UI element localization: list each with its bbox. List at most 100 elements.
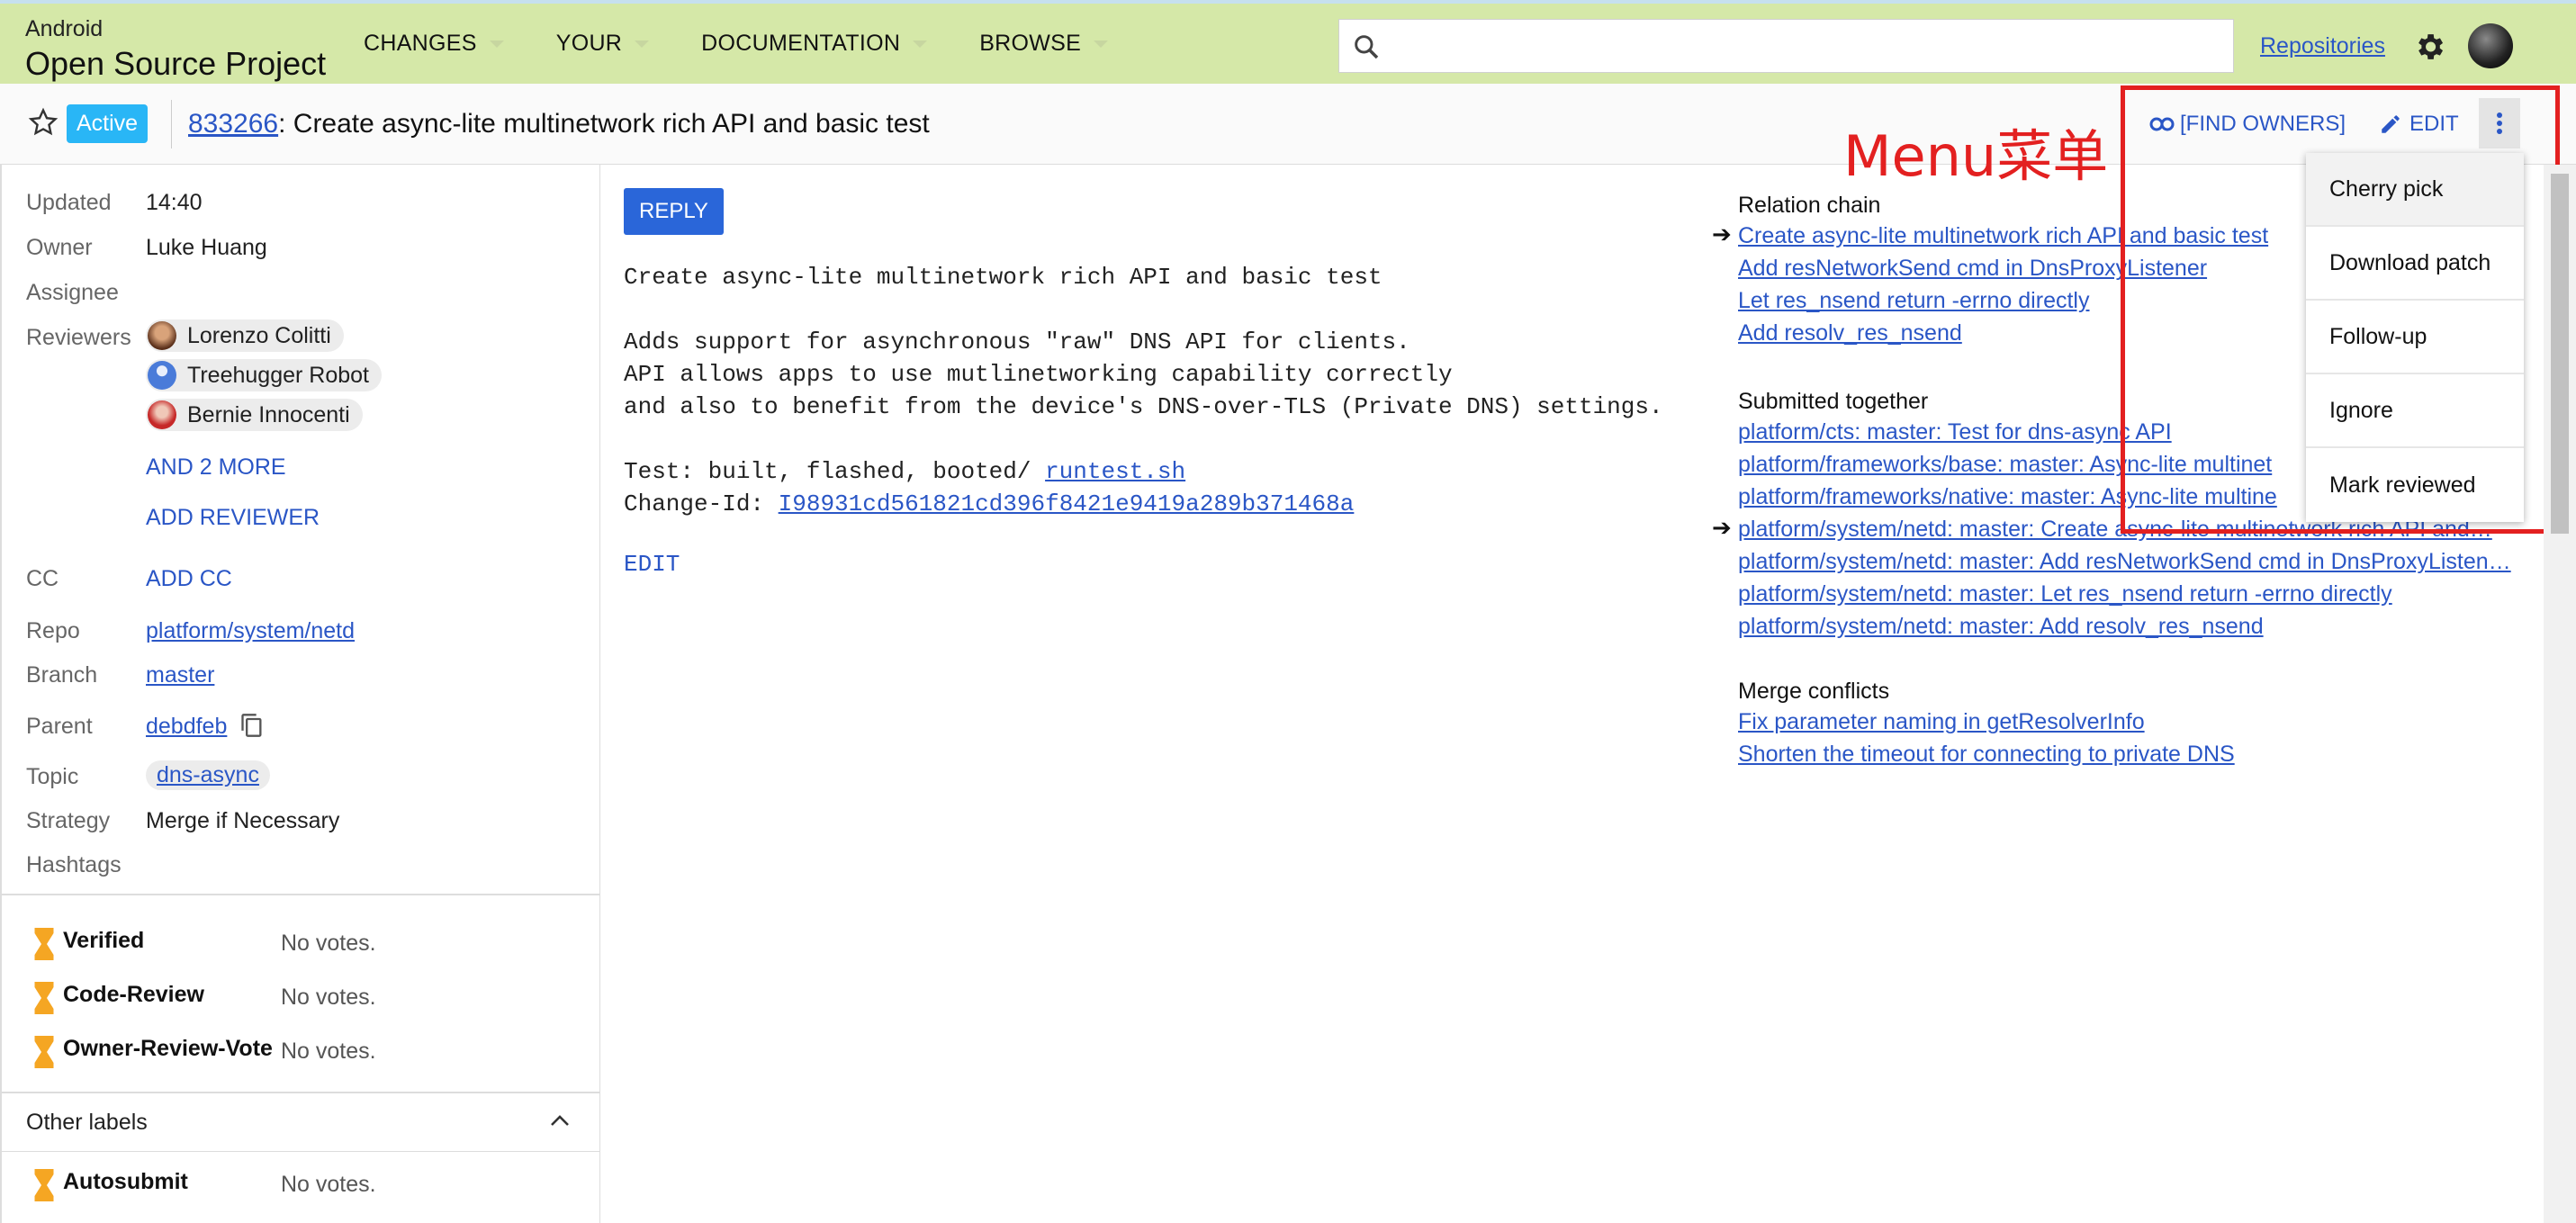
strategy-value: Merge if Necessary bbox=[146, 808, 340, 833]
scrollbar-thumb[interactable] bbox=[2551, 174, 2569, 534]
label-votes: No votes. bbox=[281, 985, 376, 1010]
nav-your[interactable]: YOUR bbox=[556, 31, 650, 57]
other-labels-toggle[interactable]: Other labels bbox=[2, 1093, 600, 1151]
relation-chain-title: Relation chain bbox=[1738, 193, 1881, 218]
related-change-link[interactable]: Add resNetworkSend cmd in DnsProxyListen… bbox=[1738, 252, 2268, 284]
hashtags-label: Hashtags bbox=[26, 852, 122, 877]
pencil-icon bbox=[2382, 115, 2400, 133]
label-verified: Verified bbox=[63, 928, 145, 953]
star-icon[interactable] bbox=[27, 106, 59, 139]
conflict-change-link[interactable]: Fix parameter naming in getResolverInfo bbox=[1738, 706, 2235, 738]
submitted-change-link[interactable]: platform/system/netd: master: Let res_ns… bbox=[1738, 578, 2511, 610]
change-number-link[interactable]: 833266 bbox=[188, 109, 278, 139]
top-header: Android Open Source Project CHANGES YOUR… bbox=[0, 0, 2576, 84]
label-votes: No votes. bbox=[281, 931, 376, 956]
reviewer-chip[interactable]: Treehugger Robot bbox=[146, 359, 382, 391]
label-votes: No votes. bbox=[281, 1039, 376, 1064]
owner-label: Owner bbox=[26, 235, 93, 260]
nav-browse[interactable]: BROWSE bbox=[979, 31, 1109, 57]
add-cc-button[interactable]: ADD CC bbox=[146, 566, 232, 592]
brand-small: Android bbox=[25, 16, 104, 41]
hourglass-icon bbox=[34, 1036, 54, 1068]
updated-label: Updated bbox=[26, 190, 112, 215]
submitted-change-link[interactable]: platform/system/netd: master: Add resNet… bbox=[1738, 545, 2511, 578]
and-more-link[interactable]: AND 2 MORE bbox=[146, 454, 286, 481]
menu-item-mark-reviewed[interactable]: Mark reviewed bbox=[2306, 448, 2524, 522]
label-votes: No votes. bbox=[281, 1172, 376, 1197]
cc-label: CC bbox=[26, 566, 59, 591]
change-title: 833266: Create async-lite multinetwork r… bbox=[188, 109, 930, 139]
change-info-panel: Updated 14:40 Owner Luke Huang Assignee … bbox=[0, 165, 600, 1223]
chevron-down-icon bbox=[489, 40, 504, 48]
main-nav: CHANGES YOUR DOCUMENTATION BROWSE bbox=[364, 31, 1160, 57]
scrollbar[interactable] bbox=[2544, 165, 2576, 1223]
reviewer-chip[interactable]: Lorenzo Colitti bbox=[146, 319, 344, 352]
avatar bbox=[148, 400, 176, 429]
chevron-down-icon bbox=[1094, 40, 1109, 48]
find-owners-button[interactable]: [FIND OWNERS] bbox=[2149, 112, 2346, 137]
related-change-link[interactable]: Create async-lite multinetwork rich API … bbox=[1738, 220, 2268, 252]
submitted-change-link[interactable]: platform/system/netd: master: Add resolv… bbox=[1738, 610, 2511, 643]
chevron-down-icon bbox=[913, 40, 928, 48]
menu-item-download-patch[interactable]: Download patch bbox=[2306, 227, 2524, 301]
commit-message: Create async-lite multinetwork rich API … bbox=[624, 264, 1663, 517]
merge-conflicts-title: Merge conflicts bbox=[1738, 679, 1890, 704]
gear-icon[interactable] bbox=[2412, 30, 2446, 64]
status-badge: Active bbox=[67, 104, 149, 143]
edit-button[interactable]: EDIT bbox=[2379, 112, 2459, 137]
change-id-link[interactable]: I98931cd561821cd396f8421e9419a289b371468… bbox=[779, 490, 1355, 517]
reply-button[interactable]: REPLY bbox=[624, 188, 724, 235]
strategy-label: Strategy bbox=[26, 808, 111, 833]
search-icon bbox=[1355, 35, 1379, 59]
brand-big: Open Source Project bbox=[25, 45, 327, 82]
merge-conflicts: Merge conflicts Fix parameter naming in … bbox=[1738, 677, 2235, 770]
owners-icon bbox=[2149, 117, 2175, 131]
branch-label: Branch bbox=[26, 662, 98, 688]
reviewer-chip[interactable]: Bernie Innocenti bbox=[146, 399, 363, 431]
user-avatar[interactable] bbox=[2468, 23, 2513, 68]
overflow-menu: Cherry pick Download patch Follow-up Ign… bbox=[2306, 153, 2524, 522]
nav-changes[interactable]: CHANGES bbox=[364, 31, 504, 57]
branch-link[interactable]: master bbox=[146, 662, 214, 688]
label-autosubmit: Autosubmit bbox=[63, 1169, 188, 1194]
hourglass-icon bbox=[34, 982, 54, 1014]
runtest-link[interactable]: runtest.sh bbox=[1045, 458, 1185, 485]
menu-item-cherry-pick[interactable]: Cherry pick bbox=[2306, 153, 2524, 227]
chevron-up-icon bbox=[551, 1115, 569, 1126]
current-arrow-icon: ➔ bbox=[1712, 514, 1732, 541]
repo-link[interactable]: platform/system/netd bbox=[146, 618, 355, 644]
repositories-link[interactable]: Repositories bbox=[2260, 33, 2385, 59]
conflict-change-link[interactable]: Shorten the timeout for connecting to pr… bbox=[1738, 738, 2235, 770]
copy-icon[interactable] bbox=[239, 712, 265, 739]
relation-chain: Relation chain Create async-lite multine… bbox=[1738, 191, 2268, 349]
repo-label: Repo bbox=[26, 618, 80, 643]
menu-item-follow-up[interactable]: Follow-up bbox=[2306, 301, 2524, 374]
more-menu-button[interactable] bbox=[2479, 98, 2520, 148]
updated-value: 14:40 bbox=[146, 190, 203, 215]
topic-chip[interactable]: dns-async bbox=[146, 760, 270, 790]
related-change-link[interactable]: Let res_nsend return -errno directly bbox=[1738, 284, 2268, 317]
divider bbox=[2, 894, 600, 895]
add-reviewer-button[interactable]: ADD REVIEWER bbox=[146, 505, 320, 531]
site-logo[interactable]: Android Open Source Project bbox=[25, 18, 326, 80]
label-owner-review-vote: Owner-Review-Vote bbox=[63, 1036, 273, 1061]
reviewers-label: Reviewers bbox=[26, 325, 131, 350]
related-change-link[interactable]: Add resolv_res_nsend bbox=[1738, 317, 2268, 349]
edit-message-button[interactable]: EDIT bbox=[624, 551, 680, 578]
search-input[interactable] bbox=[1338, 19, 2234, 73]
current-arrow-icon: ➔ bbox=[1712, 220, 1732, 247]
nav-documentation[interactable]: DOCUMENTATION bbox=[701, 31, 928, 57]
parent-link[interactable]: debdfeb bbox=[146, 714, 227, 740]
change-header: Active 833266: Create async-lite multine… bbox=[0, 84, 2576, 165]
avatar bbox=[148, 321, 176, 350]
menu-item-ignore[interactable]: Ignore bbox=[2306, 374, 2524, 448]
parent-label: Parent bbox=[26, 714, 93, 739]
owner-value[interactable]: Luke Huang bbox=[146, 235, 267, 261]
hourglass-icon bbox=[34, 1169, 54, 1201]
topic-label: Topic bbox=[26, 764, 79, 789]
change-subject: : Create async-lite multinetwork rich AP… bbox=[278, 109, 930, 139]
divider bbox=[171, 100, 172, 148]
hourglass-icon bbox=[34, 928, 54, 960]
assignee-label: Assignee bbox=[26, 280, 119, 305]
label-code-review: Code-Review bbox=[63, 982, 204, 1007]
